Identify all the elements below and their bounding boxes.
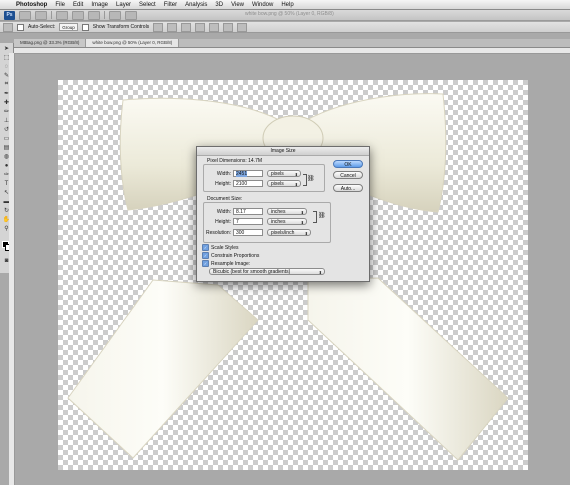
resample-method-select[interactable]: Bicubic (best for smooth gradients) ⬍ — [209, 268, 325, 275]
px-height-label: Height: — [215, 181, 231, 187]
menu-layer[interactable]: Layer — [112, 2, 135, 8]
auto-select-checkbox[interactable] — [17, 23, 24, 31]
menu-image[interactable]: Image — [87, 2, 112, 8]
image-size-dialog: Image Size Pixel Dimensions: 14.7M Width… — [196, 146, 370, 282]
scale-styles-row[interactable]: ✓ Scale Styles — [202, 244, 239, 251]
chevron-updown-icon: ⬍ — [294, 172, 298, 177]
distribute-icon[interactable] — [237, 22, 248, 32]
link-chain-icon: ⛓ — [307, 176, 315, 182]
link-chain-icon: ⛓ — [318, 213, 326, 219]
application-bar: Ps white bow.png @ 50% (Layer 0, RGB/8) — [0, 10, 570, 21]
resample-row[interactable]: ✓ Resample Image: — [202, 260, 250, 267]
arrange-documents-button[interactable] — [109, 10, 121, 20]
auto-select-dropdown[interactable]: Group — [59, 23, 78, 31]
menu-view[interactable]: View — [227, 2, 248, 8]
auto-select-label: Auto-Select: — [28, 24, 56, 30]
doc-height-unit-select[interactable]: inches ⬍ — [267, 218, 307, 225]
doc-width-input[interactable]: 8.17 — [233, 208, 263, 215]
ok-button[interactable]: OK — [333, 160, 363, 168]
link-bracket — [313, 211, 317, 223]
align-left-icon[interactable] — [195, 22, 206, 32]
px-height-unit-select[interactable]: pixels ⬍ — [267, 180, 301, 187]
menu-app-name[interactable]: Photoshop — [12, 2, 51, 8]
move-tool-icon[interactable]: ➤ — [2, 45, 11, 52]
resolution-label: Resolution: — [205, 230, 231, 236]
horizontal-ruler[interactable] — [14, 48, 570, 54]
scale-styles-label: Scale Styles — [211, 244, 239, 251]
menu-edit[interactable]: Edit — [69, 2, 87, 8]
zoom-tool-button[interactable] — [72, 10, 84, 20]
separator — [51, 11, 52, 19]
menu-bar: Photoshop File Edit Image Layer Select F… — [0, 0, 570, 10]
mini-bridge-button[interactable] — [35, 10, 47, 20]
resolution-input[interactable]: 300 — [233, 229, 263, 236]
chevron-updown-icon: ⬍ — [318, 270, 322, 275]
doc-width-unit-select[interactable]: inches ⬍ — [267, 208, 307, 215]
align-top-icon[interactable] — [153, 22, 164, 32]
px-width-input[interactable]: 2451 — [233, 170, 263, 177]
menu-select[interactable]: Select — [135, 2, 160, 8]
scale-styles-checkbox[interactable]: ✓ — [202, 244, 209, 251]
document-tabs: MtBag.png @ 33.3% (RGB/8) white bow.png … — [14, 39, 570, 48]
align-center-icon[interactable] — [209, 22, 220, 32]
photoshop-logo: Ps — [4, 10, 15, 20]
tab-white-bow[interactable]: white bow.png @ 50% (Layer 0, RGB/8) — [86, 39, 180, 47]
dialog-title: Image Size — [197, 147, 369, 156]
menu-filter[interactable]: Filter — [160, 2, 181, 8]
resample-checkbox[interactable]: ✓ — [202, 260, 209, 267]
show-transform-checkbox[interactable] — [81, 23, 89, 31]
auto-button[interactable]: Auto... — [333, 184, 363, 192]
vertical-ruler[interactable] — [9, 53, 15, 485]
chevron-updown-icon: ⬍ — [300, 210, 304, 215]
align-right-icon[interactable] — [223, 22, 234, 32]
menu-window[interactable]: Window — [248, 2, 277, 8]
window-title: white bow.png @ 50% (Layer 0, RGB/8) — [245, 11, 334, 17]
menu-3d[interactable]: 3D — [211, 2, 227, 8]
menu-analysis[interactable]: Analysis — [181, 2, 211, 8]
hand-tool-button[interactable] — [56, 10, 68, 20]
doc-width-label: Width: — [216, 209, 231, 215]
tab-mtbag[interactable]: MtBag.png @ 33.3% (RGB/8) — [14, 39, 87, 47]
constrain-label: Constrain Proportions — [211, 252, 260, 259]
rotate-view-button[interactable] — [88, 10, 100, 20]
screen-mode-button[interactable] — [125, 10, 137, 20]
px-height-input[interactable]: 2100 — [233, 180, 263, 187]
chevron-updown-icon: ⬍ — [300, 220, 304, 225]
separator — [104, 11, 105, 19]
px-width-label: Width: — [216, 171, 231, 177]
align-middle-icon[interactable] — [167, 22, 178, 32]
doc-height-label: Height: — [215, 219, 231, 225]
constrain-row[interactable]: ✓ Constrain Proportions — [202, 252, 259, 259]
chevron-updown-icon: ⬍ — [304, 231, 308, 236]
options-bar: Auto-Select: Group Show Transform Contro… — [0, 22, 570, 33]
chevron-updown-icon: ⬍ — [294, 182, 298, 187]
doc-height-input[interactable]: 7 — [233, 218, 263, 225]
align-bottom-icon[interactable] — [181, 22, 192, 32]
resolution-unit-select[interactable]: pixels/inch ⬍ — [267, 229, 311, 236]
resample-label: Resample Image: — [211, 260, 251, 267]
menu-file[interactable]: File — [51, 2, 69, 8]
move-tool-preset-icon[interactable] — [3, 22, 13, 32]
bridge-button[interactable] — [19, 10, 31, 20]
menu-help[interactable]: Help — [277, 2, 297, 8]
show-transform-label: Show Transform Controls — [92, 24, 150, 30]
px-width-unit-select[interactable]: pixels ⬍ — [267, 170, 301, 177]
cancel-button[interactable]: Cancel — [333, 171, 363, 179]
constrain-checkbox[interactable]: ✓ — [202, 252, 209, 259]
